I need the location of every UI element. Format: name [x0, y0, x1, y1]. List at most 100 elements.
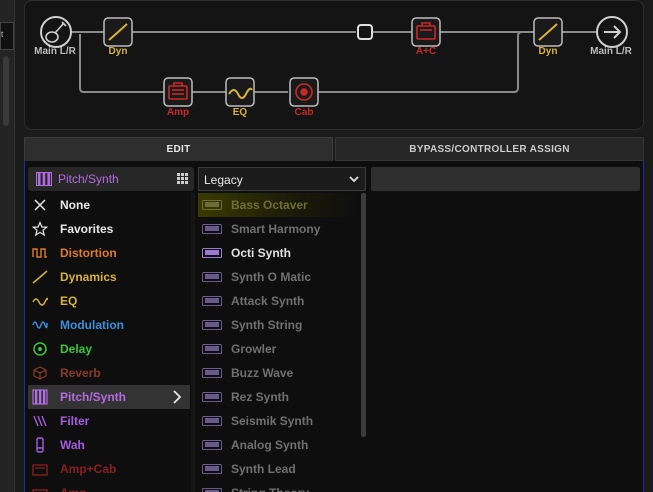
model-item-synth-o-matic[interactable]: Synth O Matic: [198, 265, 360, 289]
category-item-label: EQ: [60, 294, 78, 308]
wah-pedal-icon: [36, 437, 44, 453]
category-item-amp-cab[interactable]: Amp+Cab: [28, 457, 190, 481]
synth-keyboard-icon: [202, 200, 222, 210]
amp-label: Amp: [166, 107, 190, 118]
category-item-label: Amp+Cab: [60, 462, 117, 476]
category-item-eq[interactable]: EQ: [28, 289, 190, 313]
model-item-analog-synth[interactable]: Analog Synth: [198, 433, 360, 457]
model-item-attack-synth[interactable]: Attack Synth: [198, 289, 360, 313]
model-item-label: Synth O Matic: [231, 270, 312, 284]
eq-block[interactable]: [225, 77, 255, 107]
model-item-growler[interactable]: Growler: [198, 337, 360, 361]
split-node[interactable]: [357, 24, 373, 40]
model-dropdown[interactable]: Legacy: [198, 167, 366, 191]
synth-keyboard-icon: [202, 392, 222, 402]
model-item-label: Bass Octaver: [231, 198, 308, 212]
model-item-synth-lead[interactable]: Synth Lead: [198, 457, 360, 481]
piano-keys-icon: [32, 389, 48, 405]
synth-keyboard-icon: [202, 368, 222, 378]
synth-keyboard-icon: [202, 224, 222, 234]
delay-clock-icon: [33, 342, 47, 356]
category-item-distortion[interactable]: Distortion: [28, 241, 190, 265]
amp-icon: [32, 489, 48, 492]
input-node[interactable]: [40, 16, 72, 48]
category-item-label: Delay: [60, 342, 93, 356]
category-item-label: Distortion: [60, 246, 117, 260]
cab-label: Cab: [294, 107, 314, 118]
eq-label: EQ: [232, 107, 248, 118]
category-item-label: Wah: [60, 438, 85, 452]
model-item-label: Synth Lead: [231, 462, 296, 476]
category-item-label: Favorites: [60, 222, 114, 236]
category-header-label: Pitch/Synth: [58, 172, 119, 186]
modulation-wave-icon: [32, 321, 48, 329]
tab-bypass-controller-assign[interactable]: BYPASS/CONTROLLER ASSIGN: [335, 137, 644, 161]
model-item-smart-harmony[interactable]: Smart Harmony: [198, 217, 360, 241]
model-item-label: String Theory: [231, 486, 309, 492]
category-item-label: Filter: [60, 414, 90, 428]
model-item-bass-octaver[interactable]: Bass Octaver: [198, 193, 360, 217]
left-strip-scrollbar[interactable]: [3, 56, 9, 126]
category-item-label: Dynamics: [60, 270, 117, 284]
category-scrollbar[interactable]: [191, 193, 195, 492]
category-item-label: Amp: [60, 486, 87, 492]
signal-path: [70, 31, 596, 93]
output-node-label: Main L/R: [590, 46, 632, 57]
piano-keys-icon: [36, 172, 52, 186]
x-icon: [34, 199, 46, 211]
dynamics-block-1[interactable]: [103, 17, 133, 47]
category-item-none[interactable]: None: [28, 193, 190, 217]
category-item-filter[interactable]: Filter: [28, 409, 190, 433]
model-dropdown-label: Legacy: [204, 173, 243, 187]
star-icon: [32, 221, 48, 237]
synth-keyboard-icon: [202, 464, 222, 474]
category-item-amp[interactable]: Amp: [28, 481, 190, 492]
dyn1-label: Dyn: [108, 46, 128, 57]
tab-edit[interactable]: EDIT: [24, 137, 333, 161]
category-item-favorites[interactable]: Favorites: [28, 217, 190, 241]
category-item-label: None: [60, 198, 90, 212]
amp-cab-block[interactable]: [411, 17, 441, 47]
synth-keyboard-icon: [202, 488, 222, 492]
model-item-string-theory[interactable]: String Theory: [198, 481, 360, 492]
model-item-label: Buzz Wave: [231, 366, 294, 380]
dynamics-block-2[interactable]: [533, 17, 563, 47]
model-item-synth-string[interactable]: Synth String: [198, 313, 360, 337]
category-item-pitch-synth[interactable]: Pitch/Synth: [28, 385, 190, 409]
reverb-cube-icon: [33, 366, 47, 380]
dyn2-label: Dyn: [538, 46, 558, 57]
model-item-label: Synth String: [231, 318, 303, 332]
model-item-label: Analog Synth: [231, 438, 309, 452]
model-item-label: Rez Synth: [231, 390, 290, 404]
category-item-wah[interactable]: Wah: [28, 433, 190, 457]
chevron-down-icon: [349, 176, 359, 183]
eq-curve-icon: [32, 297, 48, 306]
category-item-reverb[interactable]: Reverb: [28, 361, 190, 385]
model-list: Bass Octaver Smart Harmony Octi Synth Sy…: [198, 193, 360, 492]
cab-block[interactable]: [289, 77, 319, 107]
category-item-delay[interactable]: Delay: [28, 337, 190, 361]
parameter-header: [371, 167, 640, 191]
model-item-seismik-synth[interactable]: Seismik Synth: [198, 409, 360, 433]
grid-icon[interactable]: [177, 173, 188, 184]
category-item-label: Modulation: [60, 318, 124, 332]
model-item-rez-synth[interactable]: Rez Synth: [198, 385, 360, 409]
distortion-wave-icon: [32, 248, 47, 258]
dynamics-curve-icon: [32, 270, 48, 284]
amp-block[interactable]: [163, 77, 193, 107]
model-item-label: Smart Harmony: [231, 222, 321, 236]
category-header[interactable]: Pitch/Synth: [28, 167, 194, 191]
model-item-buzz-wave[interactable]: Buzz Wave: [198, 361, 360, 385]
category-item-dynamics[interactable]: Dynamics: [28, 265, 190, 289]
synth-keyboard-icon: [202, 272, 222, 282]
output-node[interactable]: [596, 16, 628, 48]
model-item-label: Attack Synth: [231, 294, 305, 308]
filter-icon: [33, 415, 47, 427]
chevron-right-icon: [173, 390, 182, 404]
model-item-octi-synth[interactable]: Octi Synth: [198, 241, 360, 265]
model-scrollbar[interactable]: [361, 193, 366, 437]
tab-bar: EDIT BYPASS/CONTROLLER ASSIGN: [24, 137, 644, 161]
left-strip: t: [0, 0, 15, 492]
synth-keyboard-icon: [202, 296, 222, 306]
category-item-modulation[interactable]: Modulation: [28, 313, 190, 337]
